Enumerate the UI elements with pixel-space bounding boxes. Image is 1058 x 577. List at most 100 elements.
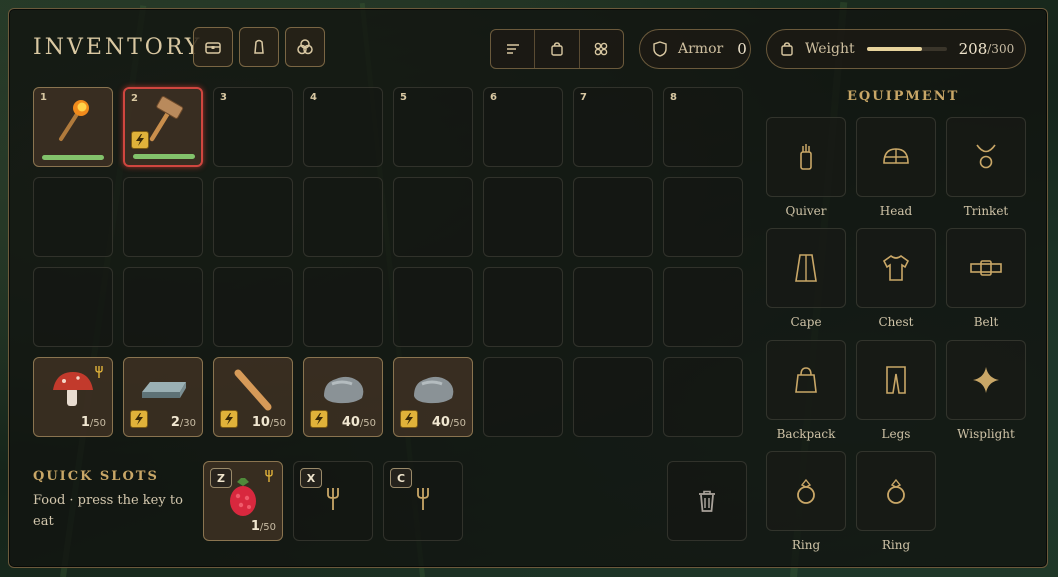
quick-slots-hint: Food · press the key to eat: [33, 493, 183, 529]
hotbar-slot-7[interactable]: 7: [573, 87, 653, 167]
equip-slot-ring[interactable]: [766, 451, 846, 531]
grid-view-button[interactable]: [580, 30, 623, 68]
inventory-slot[interactable]: [573, 357, 653, 437]
quick-slot-x[interactable]: X: [293, 461, 373, 541]
equip-slot-head[interactable]: [856, 117, 936, 197]
legs-icon: [886, 366, 906, 394]
weight-bag-icon: [781, 42, 793, 56]
equip-label-quiver: Quiver: [785, 204, 827, 218]
inventory-slot[interactable]: [483, 177, 563, 257]
inventory-slot-stone[interactable]: 40/50: [393, 357, 473, 437]
equip-slot-quiver[interactable]: [766, 117, 846, 197]
inventory-title: INVENTORY: [33, 35, 203, 60]
stack-count: 2/30: [171, 415, 196, 430]
inventory-slot-mushroom[interactable]: 1/50: [33, 357, 113, 437]
inventory-panel: INVENTORY Armor 0 Weight 208 /300 123456…: [8, 8, 1048, 568]
torch-icon: [51, 95, 95, 149]
inventory-slot[interactable]: [663, 177, 743, 257]
equip-slot-backpack[interactable]: [766, 340, 846, 420]
quick-slot-z[interactable]: Z 1/50: [203, 461, 283, 541]
hotbar-slot-2[interactable]: 2: [123, 87, 203, 167]
durability-bar: [42, 155, 104, 160]
inventory-slot[interactable]: [33, 267, 113, 347]
shield-icon: [653, 41, 667, 57]
stack-count: 1/50: [81, 415, 106, 430]
bolt-icon: [136, 134, 144, 146]
equip-label-trinket: Trinket: [963, 204, 1009, 218]
stack-count-max: /50: [449, 418, 466, 429]
equip-slot-legs[interactable]: [856, 340, 936, 420]
inventory-slot[interactable]: [303, 177, 383, 257]
stack-count-value: 40: [341, 415, 360, 430]
hotbar-slot-6[interactable]: 6: [483, 87, 563, 167]
inventory-slot[interactable]: [663, 267, 743, 347]
inventory-slot[interactable]: [213, 267, 293, 347]
equip-slot-ring[interactable]: [856, 451, 936, 531]
quick-slot-c[interactable]: C: [383, 461, 463, 541]
stack-count: 10/50: [252, 415, 286, 430]
hotbar-slot-4[interactable]: 4: [303, 87, 383, 167]
tab-chest[interactable]: [193, 27, 233, 67]
inventory-slot[interactable]: [213, 177, 293, 257]
inventory-slot[interactable]: [483, 267, 563, 347]
equip-slot-cape[interactable]: [766, 228, 846, 308]
bolt-icon: [135, 413, 143, 425]
bolt-icon: [225, 413, 233, 425]
inventory-slot[interactable]: [483, 357, 563, 437]
chest-icon: [882, 254, 910, 281]
inventory-slot[interactable]: [393, 177, 473, 257]
bolt-badge: [220, 410, 238, 428]
hotbar-slot-8[interactable]: 8: [663, 87, 743, 167]
inventory-slot[interactable]: [123, 177, 203, 257]
belt-icon: [970, 260, 1002, 276]
inventory-slot[interactable]: [303, 267, 383, 347]
stack-count-value: 10: [251, 415, 270, 430]
inventory-slot[interactable]: [663, 357, 743, 437]
equip-slot-wisplight[interactable]: [946, 340, 1026, 420]
stone-icon: [408, 370, 458, 414]
equip-label-ring: Ring: [791, 538, 821, 552]
inventory-slot[interactable]: [573, 177, 653, 257]
slot-number: 2: [131, 93, 138, 104]
inventory-slot[interactable]: [573, 267, 653, 347]
sort-button[interactable]: [491, 30, 536, 68]
equip-slot-trinket[interactable]: [946, 117, 1026, 197]
stack-count-max: /50: [89, 418, 106, 429]
weight-current: 208: [958, 40, 988, 58]
slot-number: 1: [40, 92, 47, 103]
inventory-slot-metal-bar[interactable]: 2/30: [123, 357, 203, 437]
equip-label-cape: Cape: [790, 315, 822, 329]
raspberry-icon: [223, 474, 263, 524]
tab-backpack[interactable]: [239, 27, 279, 67]
equip-slot-chest[interactable]: [856, 228, 936, 308]
inventory-slot[interactable]: [123, 267, 203, 347]
stack-count: 40/50: [432, 415, 466, 430]
trash-slot[interactable]: [667, 461, 747, 541]
stack-count-max: /50: [269, 418, 286, 429]
slot-number: 4: [310, 92, 317, 103]
stack-count: 40/50: [342, 415, 376, 430]
inventory-slot-stone[interactable]: 40/50: [303, 357, 383, 437]
equip-label-backpack: Backpack: [776, 427, 836, 441]
stack-count-max: /30: [179, 418, 196, 429]
tab-materials[interactable]: [285, 27, 325, 67]
stack-count-max: /50: [359, 418, 376, 429]
equip-label-legs: Legs: [881, 427, 911, 441]
equip-slot-belt[interactable]: [946, 228, 1026, 308]
inventory-slot[interactable]: [33, 177, 113, 257]
hotbar-slot-1[interactable]: 1: [33, 87, 113, 167]
bag-icon: [551, 42, 563, 56]
stack-count-value: 1: [250, 519, 260, 534]
slot-number: 3: [220, 92, 227, 103]
weight-max: /300: [987, 42, 1015, 56]
bolt-badge: [310, 410, 328, 428]
inventory-slot[interactable]: [393, 267, 473, 347]
sort-icon: [506, 44, 519, 54]
hotbar-slot-5[interactable]: 5: [393, 87, 473, 167]
hotbar-slot-3[interactable]: 3: [213, 87, 293, 167]
inventory-slot-wood-stick[interactable]: 10/50: [213, 357, 293, 437]
circles-icon: [297, 39, 313, 55]
bag-view-button[interactable]: [535, 30, 580, 68]
equipment-title: EQUIPMENT: [847, 89, 960, 104]
head-icon: [883, 148, 909, 164]
